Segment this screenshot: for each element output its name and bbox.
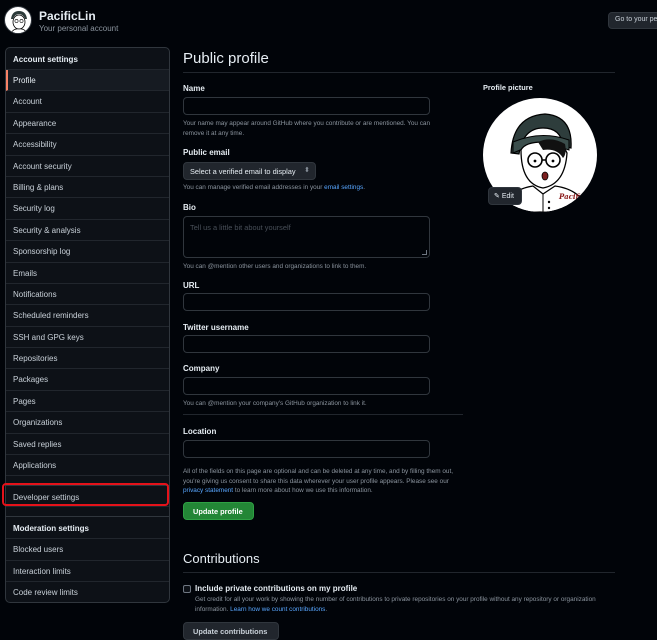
sidebar-item-security-log[interactable]: Security log [6,198,169,220]
privacy-statement-link[interactable]: privacy statement [183,487,233,494]
company-input[interactable] [183,377,430,395]
email-settings-link[interactable]: email settings [324,184,363,191]
update-contributions-button[interactable]: Update contributions [183,622,279,640]
private-contributions-label[interactable]: Include private contributions on my prof… [195,584,357,593]
bio-help-text: You can @mention other users and organiz… [183,263,367,270]
sidebar-item-sponsorship-log[interactable]: Sponsorship log [6,241,169,263]
form-divider [183,414,463,415]
public-email-select-value: Select a verified email to display [190,167,296,176]
contributions-divider [183,572,615,573]
sidebar-item-notifications[interactable]: Notifications [6,284,169,306]
name-input[interactable] [183,97,430,115]
private-help-suffix: . [325,605,328,613]
page-title: Public profile [183,50,269,67]
email-help-prefix: You can manage verified email addresses … [183,184,325,191]
shirt-signature: Pacific [558,192,586,201]
sidebar-item-security-analysis[interactable]: Security & analysis [6,220,169,242]
name-label: Name [183,84,205,93]
sidebar-item-accessibility[interactable]: Accessibility [6,134,169,156]
sidebar-item-organizations[interactable]: Organizations [6,412,169,434]
sidebar-item-applications[interactable]: Applications [6,455,169,477]
sidebar-item-emails[interactable]: Emails [6,263,169,284]
private-contributions-checkbox[interactable] [183,585,191,593]
edit-avatar-label: Edit [501,193,514,200]
user-avatar[interactable] [4,6,32,34]
company-help-text: You can @mention your company's GitHub o… [183,400,367,407]
select-arrows-icon: ⬍ [304,167,310,174]
sidebar-item-repositories[interactable]: Repositories [6,348,169,370]
sidebar-item-interaction-limits[interactable]: Interaction limits [6,561,169,583]
sidebar-item-account[interactable]: Account [6,91,169,113]
settings-sidebar: Account settings Profile Account Appeara… [5,47,170,603]
name-help-text: Your name may appear around GitHub where… [183,120,431,137]
resize-grip-icon[interactable] [422,250,427,255]
sidebar-item-profile[interactable]: Profile [6,70,169,92]
pencil-icon: ✎ [494,193,500,200]
title-divider [183,72,615,73]
sidebar-item-pages[interactable]: Pages [6,391,169,413]
twitter-input[interactable] [183,335,430,353]
sidebar-item-billing[interactable]: Billing & plans [6,177,169,199]
sidebar-item-saved-replies[interactable]: Saved replies [6,434,169,456]
twitter-label: Twitter username [183,323,249,332]
email-help-suffix: . [363,184,366,191]
contributions-heading: Contributions [183,551,260,566]
sidebar-item-ssh-gpg-keys[interactable]: SSH and GPG keys [6,327,169,349]
sidebar-item-code-review-limits[interactable]: Code review limits [6,582,169,602]
sidebar-item-blocked-users[interactable]: Blocked users [6,539,169,561]
sidebar-gap [6,476,169,487]
count-contributions-link[interactable]: Learn how we count contributions [230,606,325,613]
sidebar-item-packages[interactable]: Packages [6,369,169,391]
public-email-select[interactable]: Select a verified email to display ⬍ [183,162,316,180]
profile-picture-label: Profile picture [483,83,533,92]
update-profile-button[interactable]: Update profile [183,502,254,520]
sidebar-item-developer-settings[interactable]: Developer settings [6,486,169,508]
privacy-notice-suffix: to learn more about how we use this info… [233,487,373,494]
location-label: Location [183,427,217,436]
email-help-text: You can manage verified email addresses … [183,183,365,193]
location-input[interactable] [183,440,430,458]
bio-textarea[interactable]: Tell us a little bit about yourself [183,216,430,258]
account-subtitle: Your personal account [39,24,119,33]
account-username: PacificLin [39,9,96,23]
top-header: PacificLin Your personal account Go to y… [0,0,657,40]
bio-placeholder: Tell us a little bit about yourself [190,223,291,232]
bio-label: Bio [183,203,196,212]
sidebar-item-scheduled-reminders[interactable]: Scheduled reminders [6,305,169,327]
privacy-notice-prefix: All of the fields on this page are optio… [183,468,454,485]
url-label: URL [183,281,200,290]
private-contributions-help: Get credit for all your work by showing … [195,595,615,614]
edit-avatar-button[interactable]: ✎ Edit [488,187,522,205]
sidebar-item-appearance[interactable]: Appearance [6,113,169,135]
sidebar-item-account-security[interactable]: Account security [6,156,169,177]
sidebar-heading-moderation: Moderation settings [6,517,169,540]
public-email-label: Public email [183,148,230,157]
go-to-profile-button[interactable]: Go to your personal profile [608,12,657,29]
url-input[interactable] [183,293,430,311]
sidebar-gap [6,507,169,518]
avatar-illustration [10,11,28,33]
company-label: Company [183,364,220,373]
sidebar-heading-account-settings: Account settings [6,48,169,70]
privacy-notice: All of the fields on this page are optio… [183,467,463,496]
